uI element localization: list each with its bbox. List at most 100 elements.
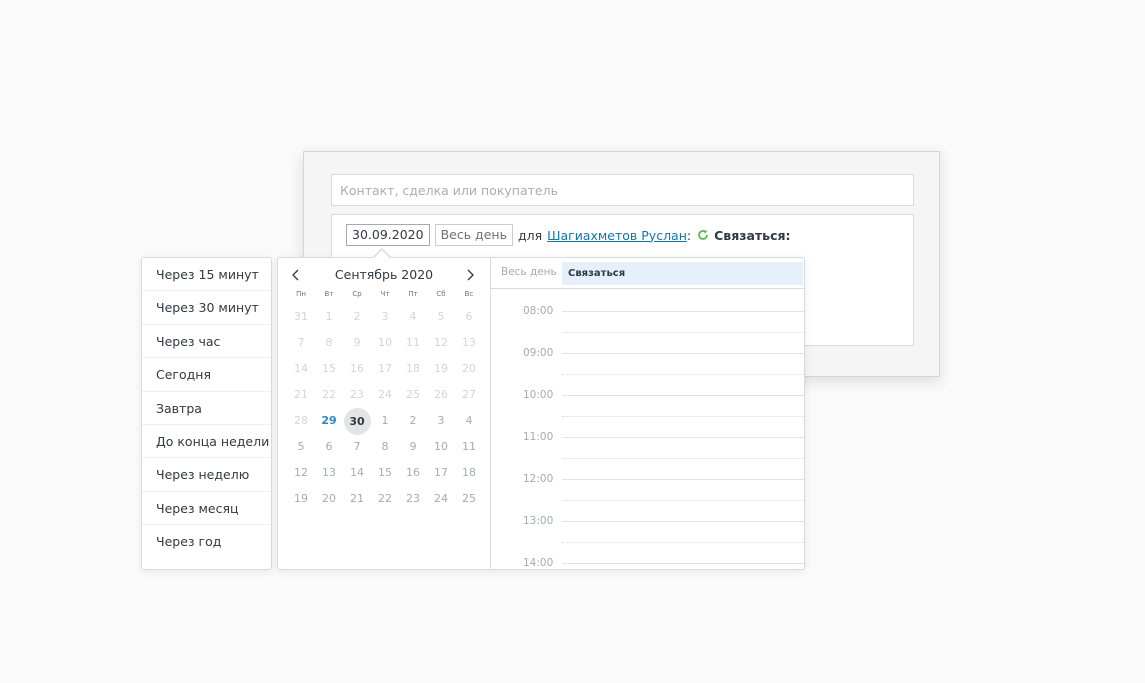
calendar-day-disabled[interactable]: 25 <box>399 382 427 408</box>
timeline-hour-line <box>562 521 804 522</box>
weekday-label: Сб <box>436 290 446 298</box>
calendar-day-disabled[interactable]: 24 <box>371 382 399 408</box>
calendar-day-disabled[interactable]: 10 <box>371 330 399 356</box>
calendar-day[interactable]: 13 <box>315 460 343 486</box>
timeline-hour-row[interactable]: 12:00 <box>491 456 804 501</box>
calendar-day[interactable]: 3 <box>427 408 455 434</box>
calendar-day[interactable]: 22 <box>371 486 399 512</box>
calendar-day-disabled[interactable]: 6 <box>455 304 483 330</box>
calendar-day-disabled[interactable]: 14 <box>287 356 315 382</box>
calendar-day[interactable]: 7 <box>343 434 371 460</box>
timeline-hour-label: 10:00 <box>523 389 554 401</box>
calendar-day[interactable]: 17 <box>427 460 455 486</box>
calendar-day[interactable]: 15 <box>371 460 399 486</box>
calendar-day-disabled[interactable]: 3 <box>371 304 399 330</box>
calendar-day[interactable]: 8 <box>371 434 399 460</box>
calendar-day-disabled[interactable]: 9 <box>343 330 371 356</box>
calendar-day[interactable]: 10 <box>427 434 455 460</box>
calendar-day[interactable]: 19 <box>287 486 315 512</box>
calendar-day-disabled[interactable]: 11 <box>399 330 427 356</box>
calendar-day[interactable]: 14 <box>343 460 371 486</box>
responsible-user-link[interactable]: Шагиахметов Руслан <box>547 228 687 243</box>
calendar-day[interactable]: 2 <box>399 408 427 434</box>
calendar-day-disabled[interactable]: 2 <box>343 304 371 330</box>
quick-period-tomorrow[interactable]: Завтра <box>142 392 271 425</box>
calendar-day-disabled[interactable]: 21 <box>287 382 315 408</box>
calendar-day-disabled[interactable]: 28 <box>287 408 315 434</box>
calendar-day-disabled[interactable]: 16 <box>343 356 371 382</box>
calendar-day-disabled[interactable]: 31 <box>287 304 315 330</box>
timeline-hour-line <box>562 311 804 312</box>
calendar-day[interactable]: 4 <box>455 408 483 434</box>
calendar-day[interactable]: 23 <box>399 486 427 512</box>
calendar-day-disabled[interactable]: 26 <box>427 382 455 408</box>
timeline-hour-row[interactable]: 14:00 <box>491 540 804 569</box>
quick-period-today[interactable]: Сегодня <box>142 358 271 392</box>
calendar-day[interactable]: 21 <box>343 486 371 512</box>
timeline-hour-line <box>562 437 804 438</box>
calendar-day-disabled[interactable]: 8 <box>315 330 343 356</box>
task-type-label[interactable]: Связаться: <box>714 228 790 243</box>
timeline-hour-label: 11:00 <box>523 431 554 443</box>
calendar-day[interactable]: 5 <box>287 434 315 460</box>
date-field[interactable]: 30.09.2020 <box>346 224 430 246</box>
task-line: 30.09.2020 Весь день для Шагиахметов Рус… <box>346 224 791 246</box>
timeline-hour-label: 13:00 <box>523 515 554 527</box>
calendar-day-disabled[interactable]: 23 <box>343 382 371 408</box>
timeline-hour-label: 09:00 <box>523 347 554 359</box>
timeline-hour-row[interactable]: 11:00 <box>491 414 804 459</box>
timeline-hour-row[interactable]: 13:00 <box>491 498 804 543</box>
calendar-day-disabled[interactable]: 7 <box>287 330 315 356</box>
timeline-hour-label: 08:00 <box>523 305 554 317</box>
calendar-day-disabled[interactable]: 19 <box>427 356 455 382</box>
calendar-day-disabled[interactable]: 18 <box>399 356 427 382</box>
quick-period-end-of-week[interactable]: До конца недели <box>142 425 271 459</box>
quick-period-month[interactable]: Через месяц <box>142 492 271 526</box>
calendar-day-disabled[interactable]: 27 <box>455 382 483 408</box>
weekday-label: Ср <box>352 290 362 298</box>
timeline-hour-row[interactable]: 10:00 <box>491 372 804 417</box>
calendar-day-selected-label: 30 <box>343 408 371 435</box>
timeline-hour-line <box>562 563 804 564</box>
calendar-day[interactable]: 9 <box>399 434 427 460</box>
calendar-day[interactable]: 18 <box>455 460 483 486</box>
calendar-day-today[interactable]: 29 <box>315 408 343 434</box>
quick-period-15-minutes[interactable]: Через 15 минут <box>142 258 271 292</box>
timeline-hour-row[interactable]: 08:00 <box>491 288 804 333</box>
calendar-day-disabled[interactable]: 13 <box>455 330 483 356</box>
days-grid: 31 1 2 3 4 5 6 7 8 9 10 11 12 13 14 15 16 17 18 19 20 21 22 23 2… <box>287 304 483 512</box>
calendar-day[interactable]: 11 <box>455 434 483 460</box>
quick-period-hour[interactable]: Через час <box>142 325 271 359</box>
refresh-icon[interactable] <box>697 229 709 241</box>
calendar-day-disabled[interactable]: 4 <box>399 304 427 330</box>
calendar-day-disabled[interactable]: 1 <box>315 304 343 330</box>
calendar-day[interactable]: 24 <box>427 486 455 512</box>
calendar-day-disabled[interactable]: 20 <box>455 356 483 382</box>
timeline-event[interactable]: Связаться <box>562 262 803 285</box>
weekday-header: Пн Вт Ср Чт Пт Сб Вс <box>287 290 483 298</box>
calendar-day-disabled[interactable]: 12 <box>427 330 455 356</box>
quick-period-30-minutes[interactable]: Через 30 минут <box>142 291 271 325</box>
timeline-allday-label: Весь день <box>501 266 557 278</box>
calendar-day-disabled[interactable]: 5 <box>427 304 455 330</box>
allday-button[interactable]: Весь день <box>434 224 513 246</box>
timeline-hour-line <box>562 395 804 396</box>
calendar-day-disabled[interactable]: 22 <box>315 382 343 408</box>
weekday-label: Чт <box>380 290 390 298</box>
calendar-day[interactable]: 12 <box>287 460 315 486</box>
calendar-day[interactable]: 25 <box>455 486 483 512</box>
calendar-day-disabled[interactable]: 17 <box>371 356 399 382</box>
quick-period-year[interactable]: Через год <box>142 525 271 558</box>
timeline-hour-row[interactable]: 09:00 <box>491 330 804 375</box>
calendar-day-disabled[interactable]: 15 <box>315 356 343 382</box>
timeline-hours: 08:00 09:00 10:00 11:00 12:00 13:00 14:00 <box>491 288 804 569</box>
chevron-right-icon[interactable] <box>463 267 477 281</box>
calendar-day[interactable]: 20 <box>315 486 343 512</box>
calendar-day[interactable]: 16 <box>399 460 427 486</box>
calendar-day[interactable]: 1 <box>371 408 399 434</box>
weekday-label: Пт <box>408 290 418 298</box>
calendar-day[interactable]: 6 <box>315 434 343 460</box>
search-input[interactable] <box>331 174 914 206</box>
calendar-day-selected[interactable]: 30 <box>343 408 371 435</box>
quick-period-week[interactable]: Через неделю <box>142 458 271 492</box>
